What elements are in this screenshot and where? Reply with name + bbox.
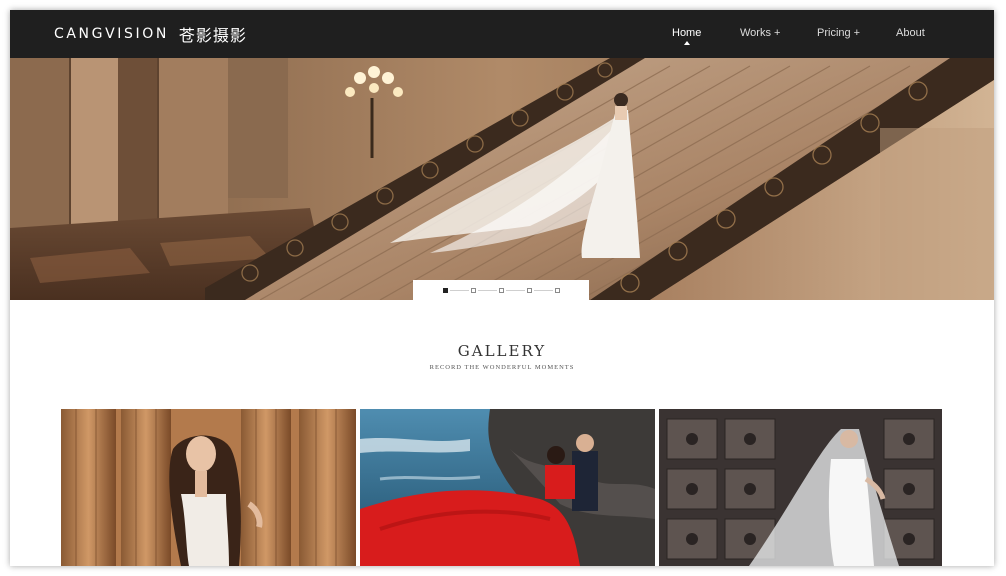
slider-pagination [413,280,589,300]
nav-pricing[interactable]: Pricing + [817,27,860,39]
gallery-photo-3[interactable] [659,409,942,566]
pager-connector [533,289,553,291]
photo-couple-red-dress-sea [360,409,655,566]
browser-window: CANGVISION 苍影摄影 Home Works + Pricing + A… [10,10,994,566]
hero-slider[interactable] [10,58,994,300]
nav-about[interactable]: About [896,27,925,39]
photo-bride-columns [61,409,356,566]
slide-dot-3[interactable] [498,287,504,293]
slide-dot-4[interactable] [526,287,532,293]
gallery-photo-1[interactable] [61,409,356,566]
photo-bride-veil-door [659,409,942,566]
pager-connector [505,289,525,291]
brand-logo[interactable]: CANGVISION 苍影摄影 [54,24,247,45]
nav-works[interactable]: Works + [740,27,780,39]
slide-dot-1[interactable] [442,287,448,293]
pager-connector [449,289,469,291]
top-navigation-bar: CANGVISION 苍影摄影 Home Works + Pricing + A… [10,10,994,58]
gallery-title: GALLERY [457,342,547,360]
slide-dot-2[interactable] [470,287,476,293]
slide-dot-5[interactable] [554,287,560,293]
nav-home[interactable]: Home [672,27,701,39]
gallery-photo-2[interactable] [360,409,655,566]
gallery-subtitle: RECORD THE WONDERFUL MOMENTS [429,364,575,371]
active-nav-indicator [684,41,690,45]
hero-image-staircase-bride [10,58,994,300]
brand-name-english: CANGVISION [54,26,169,42]
pager-connector [477,289,497,291]
brand-name-chinese: 苍影摄影 [178,26,247,45]
